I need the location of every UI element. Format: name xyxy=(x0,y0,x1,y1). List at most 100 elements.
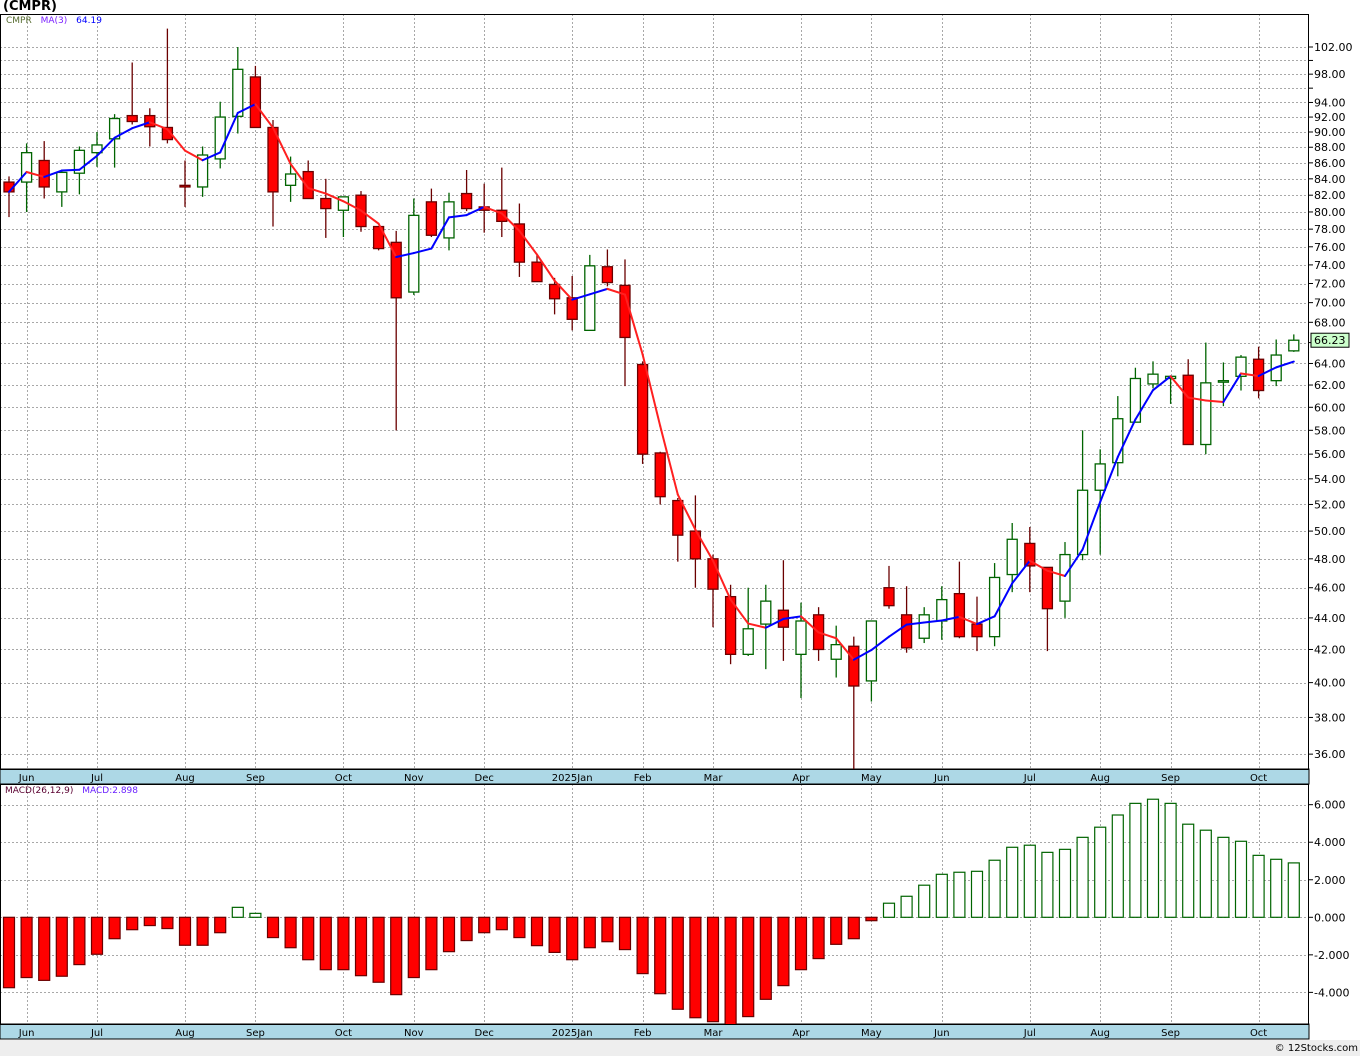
date-tick-label: Jul xyxy=(1023,1028,1036,1039)
price-tick-label: 82.00 xyxy=(1314,189,1346,202)
macd-bar-negative xyxy=(548,916,561,953)
candle xyxy=(38,141,50,199)
candle xyxy=(1270,339,1282,387)
date-tick-label: Dec xyxy=(475,1028,494,1039)
legend-ma-value: 64.19 xyxy=(76,16,102,26)
candle-body-up xyxy=(20,152,33,183)
macd-bar-negative xyxy=(319,916,332,971)
macd-bar-negative xyxy=(354,916,368,977)
candle-body-up xyxy=(918,614,930,639)
macd-bar-positive xyxy=(918,884,931,918)
candle-body-down xyxy=(848,645,860,687)
candle-body-up xyxy=(443,201,455,239)
candle-body-down xyxy=(1182,374,1194,446)
macd-bar-negative xyxy=(865,916,878,922)
candle-body-down xyxy=(883,587,895,607)
price-tick-label: 72.00 xyxy=(1314,278,1346,291)
price-tick-label: 92.00 xyxy=(1314,111,1346,124)
candle xyxy=(1024,527,1036,593)
macd-bar-positive xyxy=(1006,846,1019,918)
macd-bar-negative xyxy=(460,916,473,942)
candle xyxy=(496,167,508,238)
candle-body-up xyxy=(1076,489,1089,556)
date-tick-label: Aug xyxy=(1090,1028,1110,1039)
macd-tick-label: 2.000 xyxy=(1314,874,1346,887)
macd-bar-negative xyxy=(126,916,139,931)
macd-bar-negative xyxy=(513,916,526,939)
macd-bar-positive xyxy=(1111,814,1124,918)
candle xyxy=(1217,362,1230,407)
price-tick-label: 102.00 xyxy=(1314,41,1353,54)
candle-body-up xyxy=(1094,463,1106,491)
price-tick-label: 48.00 xyxy=(1314,553,1346,566)
price-tick-label: 38.00 xyxy=(1314,711,1346,724)
candle xyxy=(988,563,1001,647)
date-tick-label: Jul xyxy=(1023,773,1036,784)
candle xyxy=(953,561,966,639)
candle xyxy=(1288,334,1300,352)
macd-bar-positive xyxy=(882,902,896,918)
date-tick-label: 2025Jan xyxy=(552,1028,593,1039)
macd-bar-negative xyxy=(407,916,420,979)
macd-bar-negative xyxy=(478,916,491,934)
date-tick-label: Nov xyxy=(404,773,424,784)
candle xyxy=(144,108,156,147)
price-tick-label: 56.00 xyxy=(1314,448,1346,461)
macd-bar-negative xyxy=(636,916,649,975)
date-tick-label: Jun xyxy=(933,1028,950,1039)
date-tick-label: Nov xyxy=(404,1028,424,1039)
macd-bar-positive xyxy=(900,895,913,918)
date-tick-label: Oct xyxy=(1250,773,1267,784)
date-tick-label: Oct xyxy=(335,773,352,784)
macd-bar-positive xyxy=(1252,854,1265,918)
macd-bar-positive xyxy=(249,912,262,918)
candle-body-down xyxy=(144,114,156,128)
macd-date-axis xyxy=(0,1023,1310,1040)
candle-body-up xyxy=(56,171,68,193)
date-tick-label: Jun xyxy=(18,1028,35,1039)
stock-chart: Jun Jul Aug Sep Oct Nov Dec 2025Jan Feb Mar Apr May… xyxy=(0,14,1353,1040)
macd-bar-negative xyxy=(302,916,315,961)
date-tick-label: Sep xyxy=(1161,1028,1180,1039)
date-tick-label: Mar xyxy=(704,773,724,784)
legend-ma-label: MA(3) xyxy=(40,16,68,26)
date-tick-label: Aug xyxy=(175,773,195,784)
macd-bar-negative xyxy=(390,916,403,996)
candle xyxy=(619,259,631,387)
macd-bar-positive xyxy=(1023,844,1036,918)
candle-body-up xyxy=(1147,373,1159,385)
macd-bar-negative xyxy=(794,916,808,971)
macd-bar-negative xyxy=(812,916,825,960)
candle xyxy=(214,101,226,169)
date-tick-label: May xyxy=(861,1028,882,1039)
price-tick-label: 50.00 xyxy=(1314,525,1346,538)
price-date-axis xyxy=(0,768,1310,785)
macd-bar-negative xyxy=(742,916,755,1018)
candle xyxy=(161,28,174,144)
candle-body-down xyxy=(953,592,966,638)
candle xyxy=(1041,566,1054,652)
candle xyxy=(672,497,684,562)
macd-bar-negative xyxy=(214,916,227,934)
macd-tick-label: 0.000 xyxy=(1314,911,1346,924)
macd-bar-positive xyxy=(1199,829,1212,918)
candle xyxy=(900,586,913,653)
date-tick-label: Apr xyxy=(792,773,810,784)
candle xyxy=(1147,361,1159,389)
date-tick-label: Jul xyxy=(90,773,103,784)
macd-bar-negative xyxy=(2,916,16,989)
ma-segment xyxy=(60,168,81,172)
macd-tick-label: 4.000 xyxy=(1314,836,1346,849)
macd-tick-label: -4.000 xyxy=(1314,986,1349,999)
candle-body-up xyxy=(232,68,244,117)
candle-body-up xyxy=(584,265,596,331)
macd-bar-negative xyxy=(266,916,280,939)
macd-legend: MACD(26,12,9) MACD:2.898 xyxy=(5,786,144,796)
candle xyxy=(636,361,649,464)
price-tick-label: 74.00 xyxy=(1314,259,1346,272)
macd-bar-negative xyxy=(73,916,86,966)
candle xyxy=(20,143,33,212)
date-tick-label: Jun xyxy=(933,773,950,784)
candles xyxy=(3,28,1300,769)
candle xyxy=(883,565,895,609)
